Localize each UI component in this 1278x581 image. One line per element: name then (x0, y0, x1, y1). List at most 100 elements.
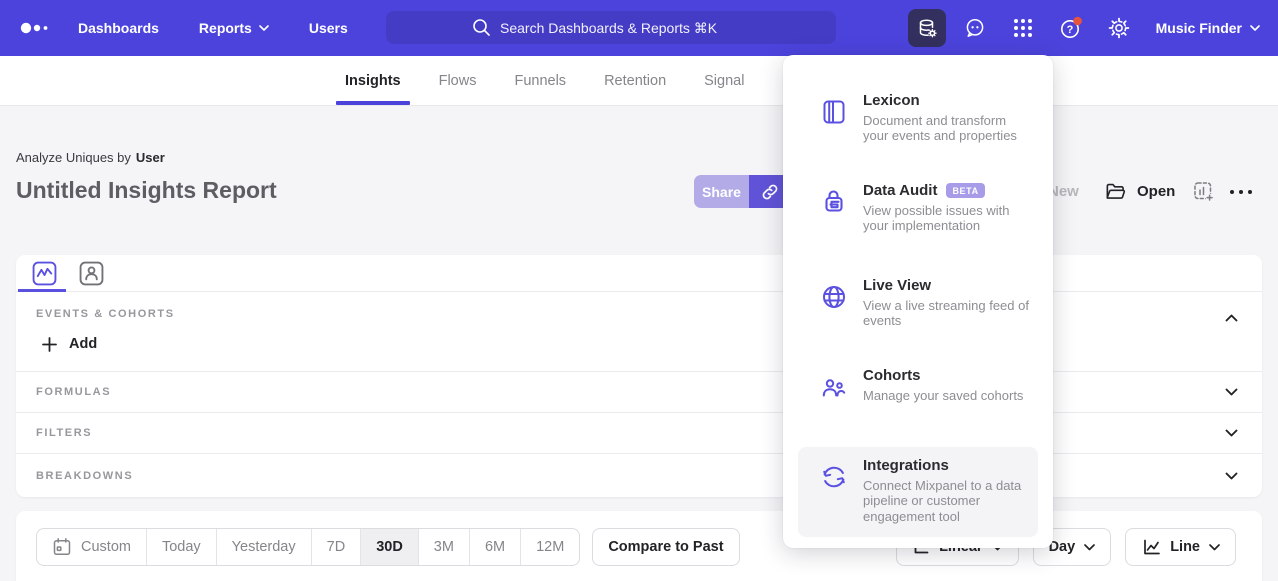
chart-type-dropdown[interactable]: Line (1125, 528, 1236, 566)
nav-item-reports[interactable]: Reports (199, 20, 269, 36)
menu-item-live-view[interactable]: Live View View a live streaming feed of … (798, 267, 1038, 357)
nav-item-dashboards[interactable]: Dashboards (78, 20, 159, 36)
apps-grid-button[interactable] (1004, 9, 1042, 47)
range-30d[interactable]: 30D (361, 529, 419, 565)
range-12m[interactable]: 12M (521, 529, 579, 565)
menu-item-data-audit[interactable]: Data Audit BETA View possible issues wit… (798, 172, 1038, 267)
expand-section-button[interactable] (1225, 424, 1238, 442)
breakdowns-section[interactable]: BREAKDOWNS (16, 453, 1262, 497)
tab-funnels[interactable]: Funnels (514, 56, 566, 105)
share-button[interactable]: Share (694, 175, 749, 208)
nav-label: Users (309, 20, 348, 36)
segment-label: Today (162, 539, 201, 555)
open-report-button[interactable]: Open (1104, 175, 1175, 208)
report-subtitle: Analyze Uniques by User (16, 150, 165, 165)
range-custom[interactable]: Custom (37, 529, 147, 565)
expand-section-button[interactable] (1225, 383, 1238, 401)
menu-item-title: Live View (863, 277, 931, 294)
add-label: Add (69, 336, 97, 352)
menu-item-desc: Manage your saved cohorts (863, 388, 1023, 403)
project-name: Music Finder (1156, 20, 1242, 36)
segment-label: Custom (81, 539, 131, 555)
report-title[interactable]: Untitled Insights Report (16, 177, 277, 204)
chart-controls-panel: Custom Today Yesterday 7D 30D 3M 6M 12M … (16, 511, 1262, 581)
menu-item-text: Data Audit BETA View possible issues wit… (863, 182, 1030, 257)
section-label: FORMULAS (36, 386, 111, 398)
chart-controls-row: Custom Today Yesterday 7D 30D 3M 6M 12M … (36, 528, 1236, 566)
link-icon (759, 181, 781, 203)
menu-item-title: Cohorts (863, 367, 921, 384)
global-search[interactable] (386, 11, 836, 44)
tab-signal[interactable]: Signal (704, 56, 744, 105)
segment-label: 6M (485, 539, 505, 555)
menu-item-title: Lexicon (863, 92, 920, 109)
menu-item-text: Live View View a live streaming feed of … (863, 277, 1030, 347)
range-3m[interactable]: 3M (419, 529, 470, 565)
primary-nav: Dashboards Reports Users (78, 20, 348, 36)
menu-item-text: Integrations Connect Mixpanel to a data … (863, 457, 1030, 527)
mixpanel-logo-icon[interactable] (20, 21, 54, 35)
data-management-button[interactable] (908, 9, 946, 47)
apps-dropdown-menu: Lexicon Document and transform your even… (783, 55, 1053, 548)
nav-item-users[interactable]: Users (309, 20, 348, 36)
expand-section-button[interactable] (1225, 467, 1238, 485)
menu-item-desc: View possible issues with your implement… (863, 203, 1030, 234)
interval-label: Day (1049, 539, 1076, 555)
menu-item-cohorts[interactable]: Cohorts Manage your saved cohorts (798, 357, 1038, 447)
menu-item-text: Cohorts Manage your saved cohorts (863, 367, 1023, 437)
plus-icon (42, 337, 57, 352)
live-view-globe-icon (820, 283, 848, 311)
person-tab-icon (79, 261, 104, 286)
users-tab[interactable] (79, 261, 104, 286)
line-chart-icon (1141, 537, 1161, 557)
svg-text:?: ? (1066, 24, 1073, 36)
segment-label: 30D (376, 539, 403, 555)
feedback-button[interactable] (956, 9, 994, 47)
grid-icon (1012, 17, 1034, 39)
chevron-up-icon (1225, 314, 1238, 322)
tab-insights[interactable]: Insights (345, 56, 401, 105)
search-input[interactable] (500, 20, 750, 36)
metrics-tab[interactable] (32, 261, 57, 286)
line-chart-tab-icon (32, 261, 57, 286)
collapse-section-button[interactable] (1225, 309, 1238, 327)
tab-flows[interactable]: Flows (439, 56, 477, 105)
tab-retention[interactable]: Retention (604, 56, 666, 105)
add-to-dashboard-button[interactable] (1192, 175, 1216, 208)
menu-item-lexicon[interactable]: Lexicon Document and transform your even… (798, 82, 1038, 172)
settings-button[interactable] (1100, 9, 1138, 47)
cohorts-people-icon (820, 373, 848, 401)
more-options-button[interactable] (1228, 175, 1254, 208)
chevron-down-icon (259, 25, 269, 31)
project-switcher[interactable]: Music Finder (1156, 20, 1260, 36)
section-label: FILTERS (36, 427, 92, 439)
formulas-section[interactable]: FORMULAS (16, 371, 1262, 412)
help-button[interactable]: ? (1052, 9, 1090, 47)
calendar-icon (52, 537, 72, 557)
chevron-down-icon (1250, 25, 1260, 31)
segment-label: 12M (536, 539, 564, 555)
menu-item-title: Integrations (863, 457, 949, 474)
query-builder-panel: EVENTS & COHORTS Add FORMULAS FILTERS BR… (16, 255, 1262, 497)
range-yesterday[interactable]: Yesterday (217, 529, 312, 565)
range-7d[interactable]: 7D (312, 529, 362, 565)
chevron-down-icon (1225, 388, 1238, 396)
add-event-button[interactable]: Add (42, 336, 97, 352)
compare-to-past-button[interactable]: Compare to Past (592, 528, 739, 566)
chat-bubble-icon (963, 16, 987, 40)
notification-dot (1073, 17, 1082, 26)
subtitle-prefix: Analyze Uniques by (16, 150, 131, 165)
data-audit-icon (820, 188, 848, 216)
filters-section[interactable]: FILTERS (16, 412, 1262, 453)
chart-type-label: Line (1170, 539, 1200, 555)
share-button-group: Share (694, 175, 790, 208)
range-6m[interactable]: 6M (470, 529, 521, 565)
search-icon (472, 18, 491, 37)
events-cohorts-section: EVENTS & COHORTS Add (16, 292, 1262, 371)
top-navbar: Dashboards Reports Users (0, 0, 1278, 56)
integrations-sync-icon (820, 463, 848, 491)
range-today[interactable]: Today (147, 529, 217, 565)
menu-item-integrations[interactable]: Integrations Connect Mixpanel to a data … (798, 447, 1038, 537)
subtitle-metric[interactable]: User (136, 150, 165, 165)
menu-item-text: Lexicon Document and transform your even… (863, 92, 1030, 162)
